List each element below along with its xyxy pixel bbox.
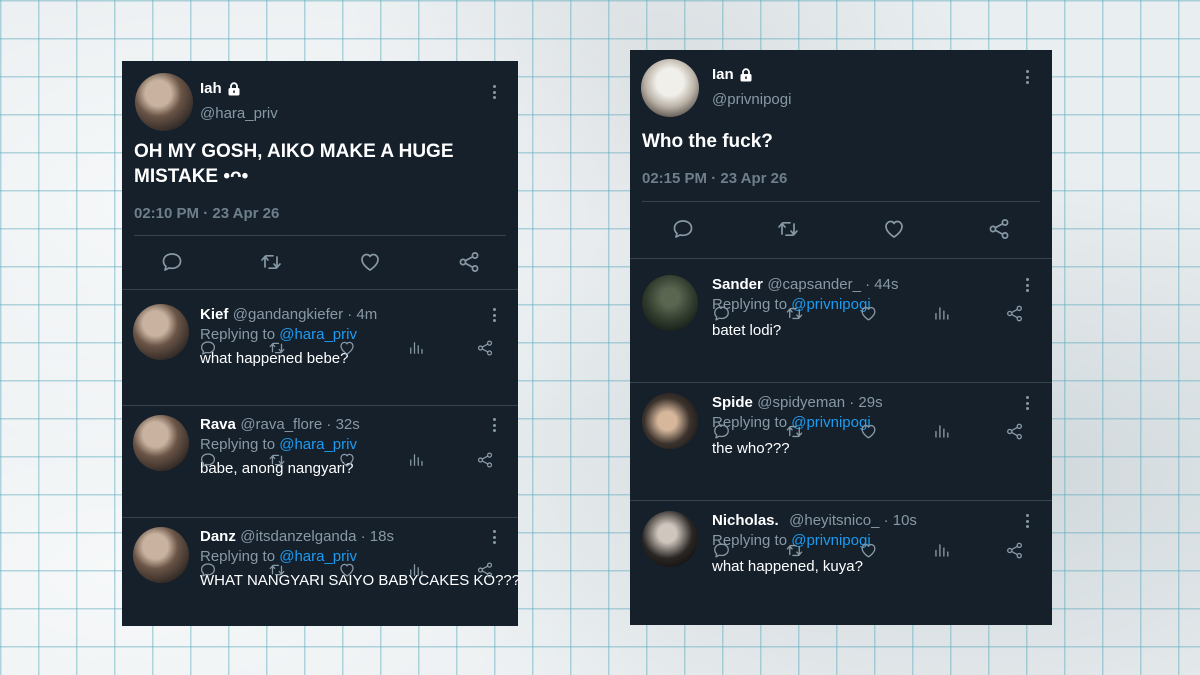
- tweet-card-right: Ian @privnipogi Who the fuck? 02:15 PM ·…: [630, 50, 1052, 625]
- retweet-icon[interactable]: [268, 561, 286, 579]
- reply-item[interactable]: Spide @spidyeman · 29s Replying to @priv…: [630, 383, 1052, 500]
- share-icon[interactable]: [1005, 541, 1024, 560]
- avatar[interactable]: [642, 275, 698, 331]
- reply-author-name[interactable]: Danz: [200, 528, 236, 545]
- like-icon[interactable]: [859, 541, 878, 560]
- lock-icon: [739, 68, 753, 81]
- reply-item[interactable]: Danz @itsdanzelganda · 18s Replying to @…: [122, 518, 518, 626]
- reply-icon[interactable]: [671, 217, 695, 241]
- reply-icon[interactable]: [199, 451, 217, 469]
- like-icon[interactable]: [859, 304, 878, 323]
- reply-item[interactable]: Rava @rava_flore · 32s Replying to @hara…: [122, 406, 518, 517]
- author-handle[interactable]: @privnipogi: [712, 91, 791, 108]
- analytics-icon[interactable]: [932, 422, 951, 441]
- reply-icon[interactable]: [712, 422, 731, 441]
- reply-text: batet lodi?: [712, 322, 782, 339]
- like-icon[interactable]: [338, 561, 356, 579]
- tweet-actions: [122, 249, 518, 275]
- reply-author-name[interactable]: Rava: [200, 416, 236, 433]
- like-icon[interactable]: [882, 217, 906, 241]
- reply-icon[interactable]: [199, 561, 217, 579]
- share-icon[interactable]: [476, 451, 494, 469]
- analytics-icon[interactable]: [932, 304, 951, 323]
- avatar[interactable]: [642, 511, 698, 567]
- reply-item[interactable]: Kief @gandangkiefer · 4m Replying to @ha…: [122, 290, 518, 405]
- share-icon[interactable]: [476, 561, 494, 579]
- divider: [134, 235, 506, 236]
- reply-author-name[interactable]: Kief: [200, 306, 228, 323]
- reply-author-handle[interactable]: @heyitsnico_ · 10s: [789, 512, 917, 529]
- reply-author-name[interactable]: Nicholas.: [712, 512, 779, 529]
- retweet-icon[interactable]: [776, 217, 800, 241]
- reply-author-handle[interactable]: @gandangkiefer · 4m: [233, 306, 377, 323]
- avatar[interactable]: [133, 304, 189, 360]
- reply-icon[interactable]: [160, 250, 184, 274]
- tweet-timestamp[interactable]: 02:10 PM · 23 Apr 26: [134, 205, 279, 222]
- share-icon[interactable]: [987, 217, 1011, 241]
- reply-icon[interactable]: [199, 339, 217, 357]
- retweet-icon[interactable]: [785, 304, 804, 323]
- more-icon[interactable]: [486, 83, 502, 101]
- avatar[interactable]: [642, 393, 698, 449]
- reply-text: the who???: [712, 440, 790, 457]
- avatar[interactable]: [133, 415, 189, 471]
- more-icon[interactable]: [486, 528, 502, 546]
- more-icon[interactable]: [1019, 394, 1035, 412]
- avatar[interactable]: [135, 73, 193, 131]
- reply-item[interactable]: Sander @capsander_ · 44s Replying to @pr…: [630, 259, 1052, 382]
- tweet-text: Who the fuck?: [642, 131, 773, 152]
- avatar[interactable]: [133, 527, 189, 583]
- tweet-timestamp[interactable]: 02:15 PM · 23 Apr 26: [642, 170, 787, 187]
- like-icon[interactable]: [859, 422, 878, 441]
- tweet-card-left: Iah @hara_priv OH MY GOSH, AIKO MAKE A H…: [122, 61, 518, 626]
- share-icon[interactable]: [1005, 422, 1024, 441]
- reply-author-handle[interactable]: @spidyeman · 29s: [757, 394, 882, 411]
- analytics-icon[interactable]: [407, 561, 425, 579]
- more-icon[interactable]: [1019, 512, 1035, 530]
- like-icon[interactable]: [338, 339, 356, 357]
- reply-icon[interactable]: [712, 541, 731, 560]
- analytics-icon[interactable]: [932, 541, 951, 560]
- retweet-icon[interactable]: [785, 422, 804, 441]
- share-icon[interactable]: [476, 339, 494, 357]
- reply-author-handle[interactable]: @itsdanzelganda · 18s: [240, 528, 394, 545]
- reply-author-name[interactable]: Spide: [712, 394, 753, 411]
- reply-icon[interactable]: [712, 304, 731, 323]
- author-name[interactable]: Iah: [200, 80, 222, 97]
- analytics-icon[interactable]: [407, 339, 425, 357]
- retweet-icon[interactable]: [268, 451, 286, 469]
- reply-author-handle[interactable]: @capsander_ · 44s: [767, 276, 898, 293]
- share-icon[interactable]: [1005, 304, 1024, 323]
- tweet-actions: [630, 216, 1052, 242]
- like-icon[interactable]: [358, 250, 382, 274]
- analytics-icon[interactable]: [407, 451, 425, 469]
- share-icon[interactable]: [457, 250, 481, 274]
- reply-item[interactable]: Nicholas. @heyitsnico_ · 10s Replying to…: [630, 501, 1052, 619]
- retweet-icon[interactable]: [785, 541, 804, 560]
- divider: [642, 201, 1040, 202]
- reply-text: what happened, kuya?: [712, 558, 863, 575]
- avatar[interactable]: [641, 59, 699, 117]
- retweet-icon[interactable]: [268, 339, 286, 357]
- like-icon[interactable]: [338, 451, 356, 469]
- tweet-text: OH MY GOSH, AIKO MAKE A HUGE MISTAKE •ᴖ•: [134, 141, 454, 187]
- retweet-icon[interactable]: [259, 250, 283, 274]
- reply-author-name[interactable]: Sander: [712, 276, 763, 293]
- reply-author-handle[interactable]: @rava_flore · 32s: [240, 416, 359, 433]
- more-icon[interactable]: [1019, 68, 1035, 86]
- more-icon[interactable]: [1019, 276, 1035, 294]
- author-name[interactable]: Ian: [712, 66, 734, 83]
- more-icon[interactable]: [486, 306, 502, 324]
- lock-icon: [227, 82, 241, 95]
- author-handle[interactable]: @hara_priv: [200, 105, 278, 122]
- more-icon[interactable]: [486, 416, 502, 434]
